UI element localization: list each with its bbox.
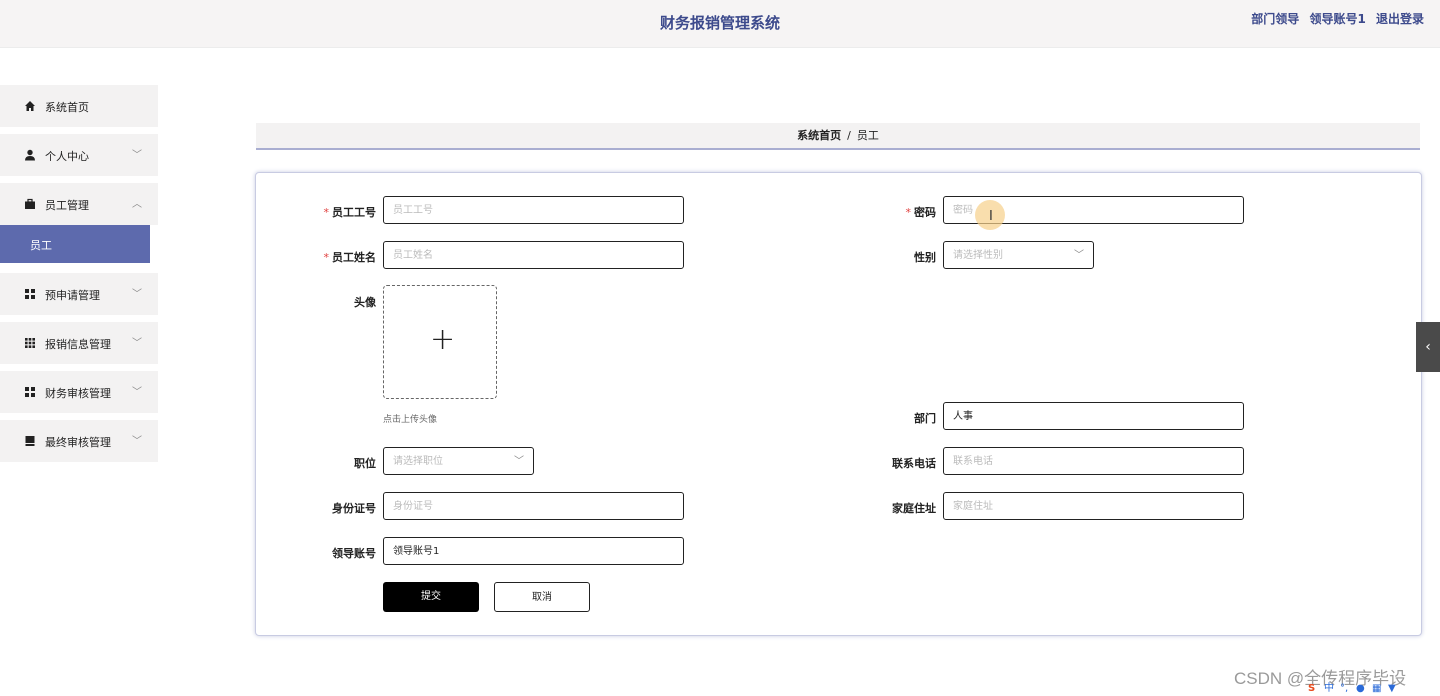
sidebar-item-label: 报销信息管理 <box>45 338 111 351</box>
chevron-down-icon: ﹀ <box>1074 250 1084 261</box>
phone-label: 联系电话 <box>892 457 936 470</box>
ime-punct-icon[interactable]: °, <box>1340 683 1353 696</box>
sidebar-item-pre-application[interactable]: 预申请管理 ﹀ <box>0 273 158 315</box>
sidebar-item-finance-review[interactable]: 财务审核管理 ﹀ <box>0 371 158 413</box>
ime-keyboard-icon[interactable]: ▦ <box>1372 683 1385 696</box>
position-label: 职位 <box>354 457 376 470</box>
breadcrumb-home[interactable]: 系统首页 <box>797 129 841 142</box>
grid-icon <box>25 289 35 299</box>
leader-account-label: 领导账号 <box>332 547 376 560</box>
ime-toolbar: S 中 °, ● ▦ ▼ <box>1308 676 1440 696</box>
address-label: 家庭住址 <box>892 502 936 515</box>
chevron-down-icon: ﹀ <box>514 456 524 467</box>
chevron-down-icon: ﹀ <box>132 338 142 349</box>
breadcrumb: 系统首页 / 员工 <box>256 123 1420 150</box>
gender-select[interactable]: 请选择性别 ﹀ <box>943 241 1094 269</box>
sidebar-item-final-review[interactable]: 最终审核管理 ﹀ <box>0 420 158 462</box>
gender-label: 性别 <box>914 251 936 264</box>
breadcrumb-current: 员工 <box>856 129 879 142</box>
sidebar-item-label: 员工管理 <box>45 199 89 212</box>
ime-chinese-icon[interactable]: 中 <box>1324 679 1337 694</box>
chevron-down-icon: ﹀ <box>132 436 142 447</box>
chevron-down-icon: ﹀ <box>132 289 142 300</box>
form-row: 身份证号 身份证号 家庭住址 家庭住址 <box>256 492 1421 522</box>
form-row: 职位 请选择职位 ﹀ 联系电话 联系电话 <box>256 447 1421 477</box>
sidebar-item-personal-center[interactable]: 个人中心 ﹀ <box>0 134 158 176</box>
sidebar-subitem-label: 员工 <box>30 239 52 252</box>
logout-link[interactable]: 退出登录 <box>1376 12 1424 26</box>
briefcase-icon <box>25 198 35 209</box>
grid9-icon <box>25 338 35 348</box>
employee-name-label: * 员工姓名 <box>256 249 377 265</box>
top-header: 财务报销管理系统 部门领导 领导账号1 退出登录 <box>0 0 1440 48</box>
breadcrumb-separator: / <box>847 129 851 142</box>
sidebar-item-label: 个人中心 <box>45 150 89 163</box>
sidebar-item-employee-management[interactable]: 员工管理 ︿ <box>0 183 158 225</box>
required-mark: * <box>323 251 330 264</box>
phone-input[interactable]: 联系电话 <box>943 447 1244 475</box>
employee-id-label: * 员工工号 <box>256 204 377 220</box>
sidebar-subitem-employee[interactable]: 员工 <box>0 225 150 263</box>
ime-skin-icon[interactable]: ▼ <box>1388 683 1401 696</box>
required-mark: * <box>323 206 330 219</box>
cancel-button[interactable]: 取消 <box>494 582 590 612</box>
text-cursor-icon: I <box>989 209 993 224</box>
user-role: 部门领导 <box>1251 12 1300 26</box>
password-label: * 密码 <box>856 204 937 220</box>
employee-name-input[interactable]: 员工姓名 <box>383 241 684 269</box>
home-icon <box>25 101 35 111</box>
ime-logo-icon[interactable]: S <box>1308 683 1321 696</box>
user-account: 领导账号1 <box>1309 12 1366 26</box>
position-select-placeholder: 请选择职位 <box>393 456 443 467</box>
sidebar-item-home[interactable]: 系统首页 <box>0 85 158 127</box>
employee-name-label-text: 员工姓名 <box>332 251 376 264</box>
avatar-label: 头像 <box>354 296 376 309</box>
sidebar-item-label: 预申请管理 <box>45 289 100 302</box>
person-icon <box>25 149 35 161</box>
leader-account-input[interactable]: 领导账号1 <box>383 537 684 565</box>
app-title: 财务报销管理系统 <box>659 14 780 32</box>
id-number-label: 身份证号 <box>332 502 376 515</box>
employee-form: * 员工工号 员工工号 * 密码 密码 * 员工姓名 员工姓名 性别 请选择性别 ﹀ 头… <box>255 172 1422 636</box>
id-number-input[interactable]: 身份证号 <box>383 492 684 520</box>
department-label: 部门 <box>914 412 936 425</box>
password-label-text: 密码 <box>914 206 936 219</box>
chevron-down-icon: ﹀ <box>132 150 142 161</box>
form-row: * 员工工号 员工工号 * 密码 密码 <box>256 196 1421 226</box>
chevron-down-icon: ﹀ <box>132 387 142 398</box>
card-icon <box>25 436 35 446</box>
form-row: 领导账号 领导账号1 <box>256 537 1421 567</box>
sidebar-item-label: 系统首页 <box>45 101 89 114</box>
grid-icon <box>25 387 35 397</box>
employee-id-label-text: 员工工号 <box>332 206 376 219</box>
sidebar-item-reimbursement[interactable]: 报销信息管理 ﹀ <box>0 322 158 364</box>
address-input[interactable]: 家庭住址 <box>943 492 1244 520</box>
chevron-up-icon: ︿ <box>132 199 142 210</box>
chevron-left-icon[interactable]: ‹ <box>1416 322 1440 372</box>
form-row: 部门 人事 <box>256 402 1421 432</box>
gender-select-placeholder: 请选择性别 <box>953 250 1003 261</box>
sidebar: 系统首页 个人中心 ﹀ 员工管理 ︿ 员工 预申请管理 ﹀ 报销信息管理 ﹀ 财… <box>0 85 158 469</box>
form-row: * 员工姓名 员工姓名 性别 请选择性别 ﹀ <box>256 241 1421 271</box>
user-links: 部门领导 领导账号1 退出登录 <box>1245 10 1424 27</box>
employee-id-input[interactable]: 员工工号 <box>383 196 684 224</box>
submit-button[interactable]: 提交 <box>383 582 479 612</box>
sidebar-item-label: 最终审核管理 <box>45 436 111 449</box>
sidebar-item-label: 财务审核管理 <box>45 387 111 400</box>
plus-icon: + <box>430 322 456 357</box>
position-select[interactable]: 请选择职位 ﹀ <box>383 447 534 475</box>
required-mark: * <box>905 206 912 219</box>
ime-mic-icon[interactable]: ● <box>1356 683 1369 696</box>
avatar-upload[interactable]: + <box>383 285 497 399</box>
department-input[interactable]: 人事 <box>943 402 1244 430</box>
